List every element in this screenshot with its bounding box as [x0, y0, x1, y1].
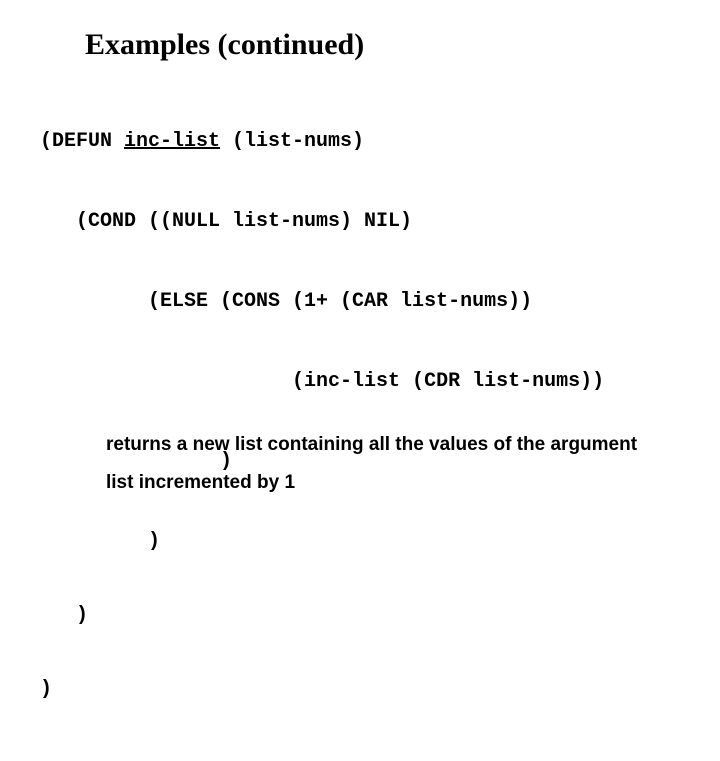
code-line: (COND ((NULL list-nums) NIL) — [40, 212, 604, 232]
code-text: (DEFUN — [40, 130, 124, 153]
code-line: (inc-list (CDR list-nums)) — [40, 372, 604, 392]
code-line: (ELSE (CONS (1+ (CAR list-nums)) — [40, 292, 604, 312]
code-line: (DEFUN inc-list (list-nums) — [40, 132, 604, 152]
function-name: inc-list — [124, 130, 220, 153]
slide: Examples (continued) (DEFUN inc-list (li… — [0, 0, 720, 540]
code-line: ) — [40, 532, 604, 552]
code-text: (list-nums) — [220, 130, 364, 153]
slide-title: Examples (continued) — [85, 28, 364, 62]
description-text: returns a new list containing all the va… — [106, 426, 660, 502]
code-line: ) — [40, 606, 604, 626]
code-line: ) — [40, 680, 604, 700]
